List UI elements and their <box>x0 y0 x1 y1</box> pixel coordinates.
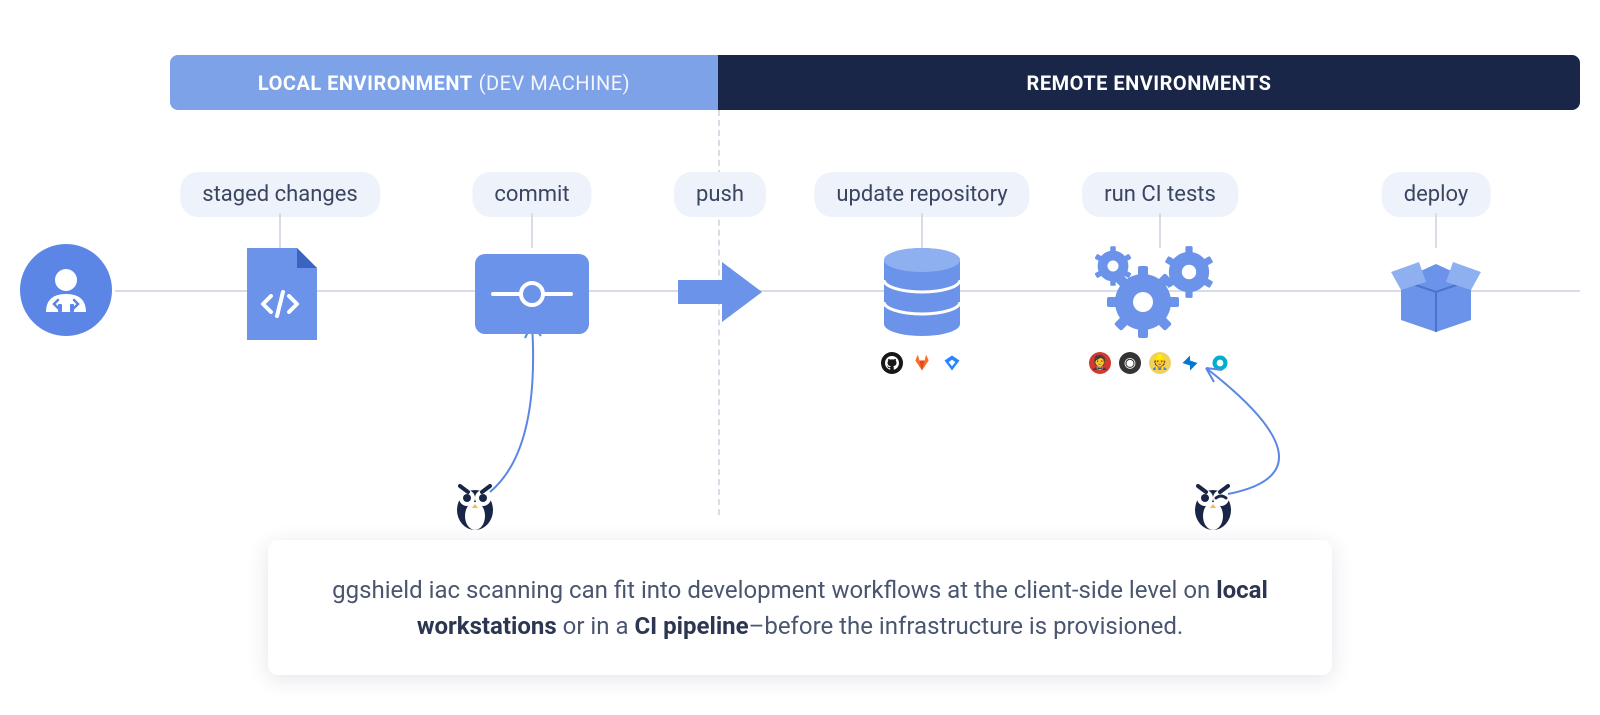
database-icon <box>882 248 962 336</box>
bitbucket-icon <box>941 352 963 374</box>
ci-provider-logos: 🤵 ◉ 👷 <box>1089 352 1231 374</box>
ci-tests-node <box>1095 248 1225 352</box>
local-env-title: LOCAL ENVIRONMENT <box>258 71 473 95</box>
ggshield-owl-local-icon <box>452 480 498 532</box>
push-node <box>678 248 762 312</box>
azure-pipelines-icon <box>1179 352 1201 374</box>
stage-pill-ci: run CI tests <box>1082 172 1238 217</box>
deploy-node <box>1391 248 1481 330</box>
remote-environment-header: REMOTE ENVIRONMENTS <box>718 55 1580 110</box>
local-env-subtitle: (DEV MACHINE) <box>479 71 630 95</box>
developer-icon <box>20 244 112 336</box>
commit-icon <box>475 254 589 334</box>
package-box-icon <box>1391 254 1481 332</box>
gears-icon <box>1095 244 1225 344</box>
code-file-icon <box>243 248 317 340</box>
stage-pill-push: push <box>674 172 766 217</box>
owl-curve-to-commit <box>440 320 580 500</box>
gitlab-icon <box>911 352 933 374</box>
local-environment-header: LOCAL ENVIRONMENT (DEV MACHINE) <box>170 55 718 110</box>
update-repository-node <box>882 248 962 340</box>
person-icon <box>36 260 96 320</box>
ggshield-owl-ci-icon <box>1190 480 1236 532</box>
environment-header: LOCAL ENVIRONMENT (DEV MACHINE) REMOTE E… <box>170 55 1580 110</box>
stage-pill-update-repo: update repository <box>814 172 1029 217</box>
stage-pill-commit: commit <box>472 172 591 217</box>
stage-pill-deploy: deploy <box>1382 172 1491 217</box>
travis-icon: 👷 <box>1149 352 1171 374</box>
stage-pill-staged: staged changes <box>180 172 380 217</box>
drone-icon <box>1209 352 1231 374</box>
jenkins-icon: 🤵 <box>1089 352 1111 374</box>
description-callout: ggshield iac scanning can fit into devel… <box>268 540 1332 675</box>
commit-node <box>475 248 589 328</box>
description-text: ggshield iac scanning can fit into devel… <box>318 572 1282 644</box>
github-icon <box>881 352 903 374</box>
repo-provider-logos <box>881 352 963 374</box>
circleci-icon: ◉ <box>1119 352 1141 374</box>
pipeline-flow-line <box>115 290 1580 292</box>
push-arrow-icon <box>678 262 762 322</box>
staged-changes-node <box>243 248 317 344</box>
remote-env-title: REMOTE ENVIRONMENTS <box>1027 71 1272 95</box>
